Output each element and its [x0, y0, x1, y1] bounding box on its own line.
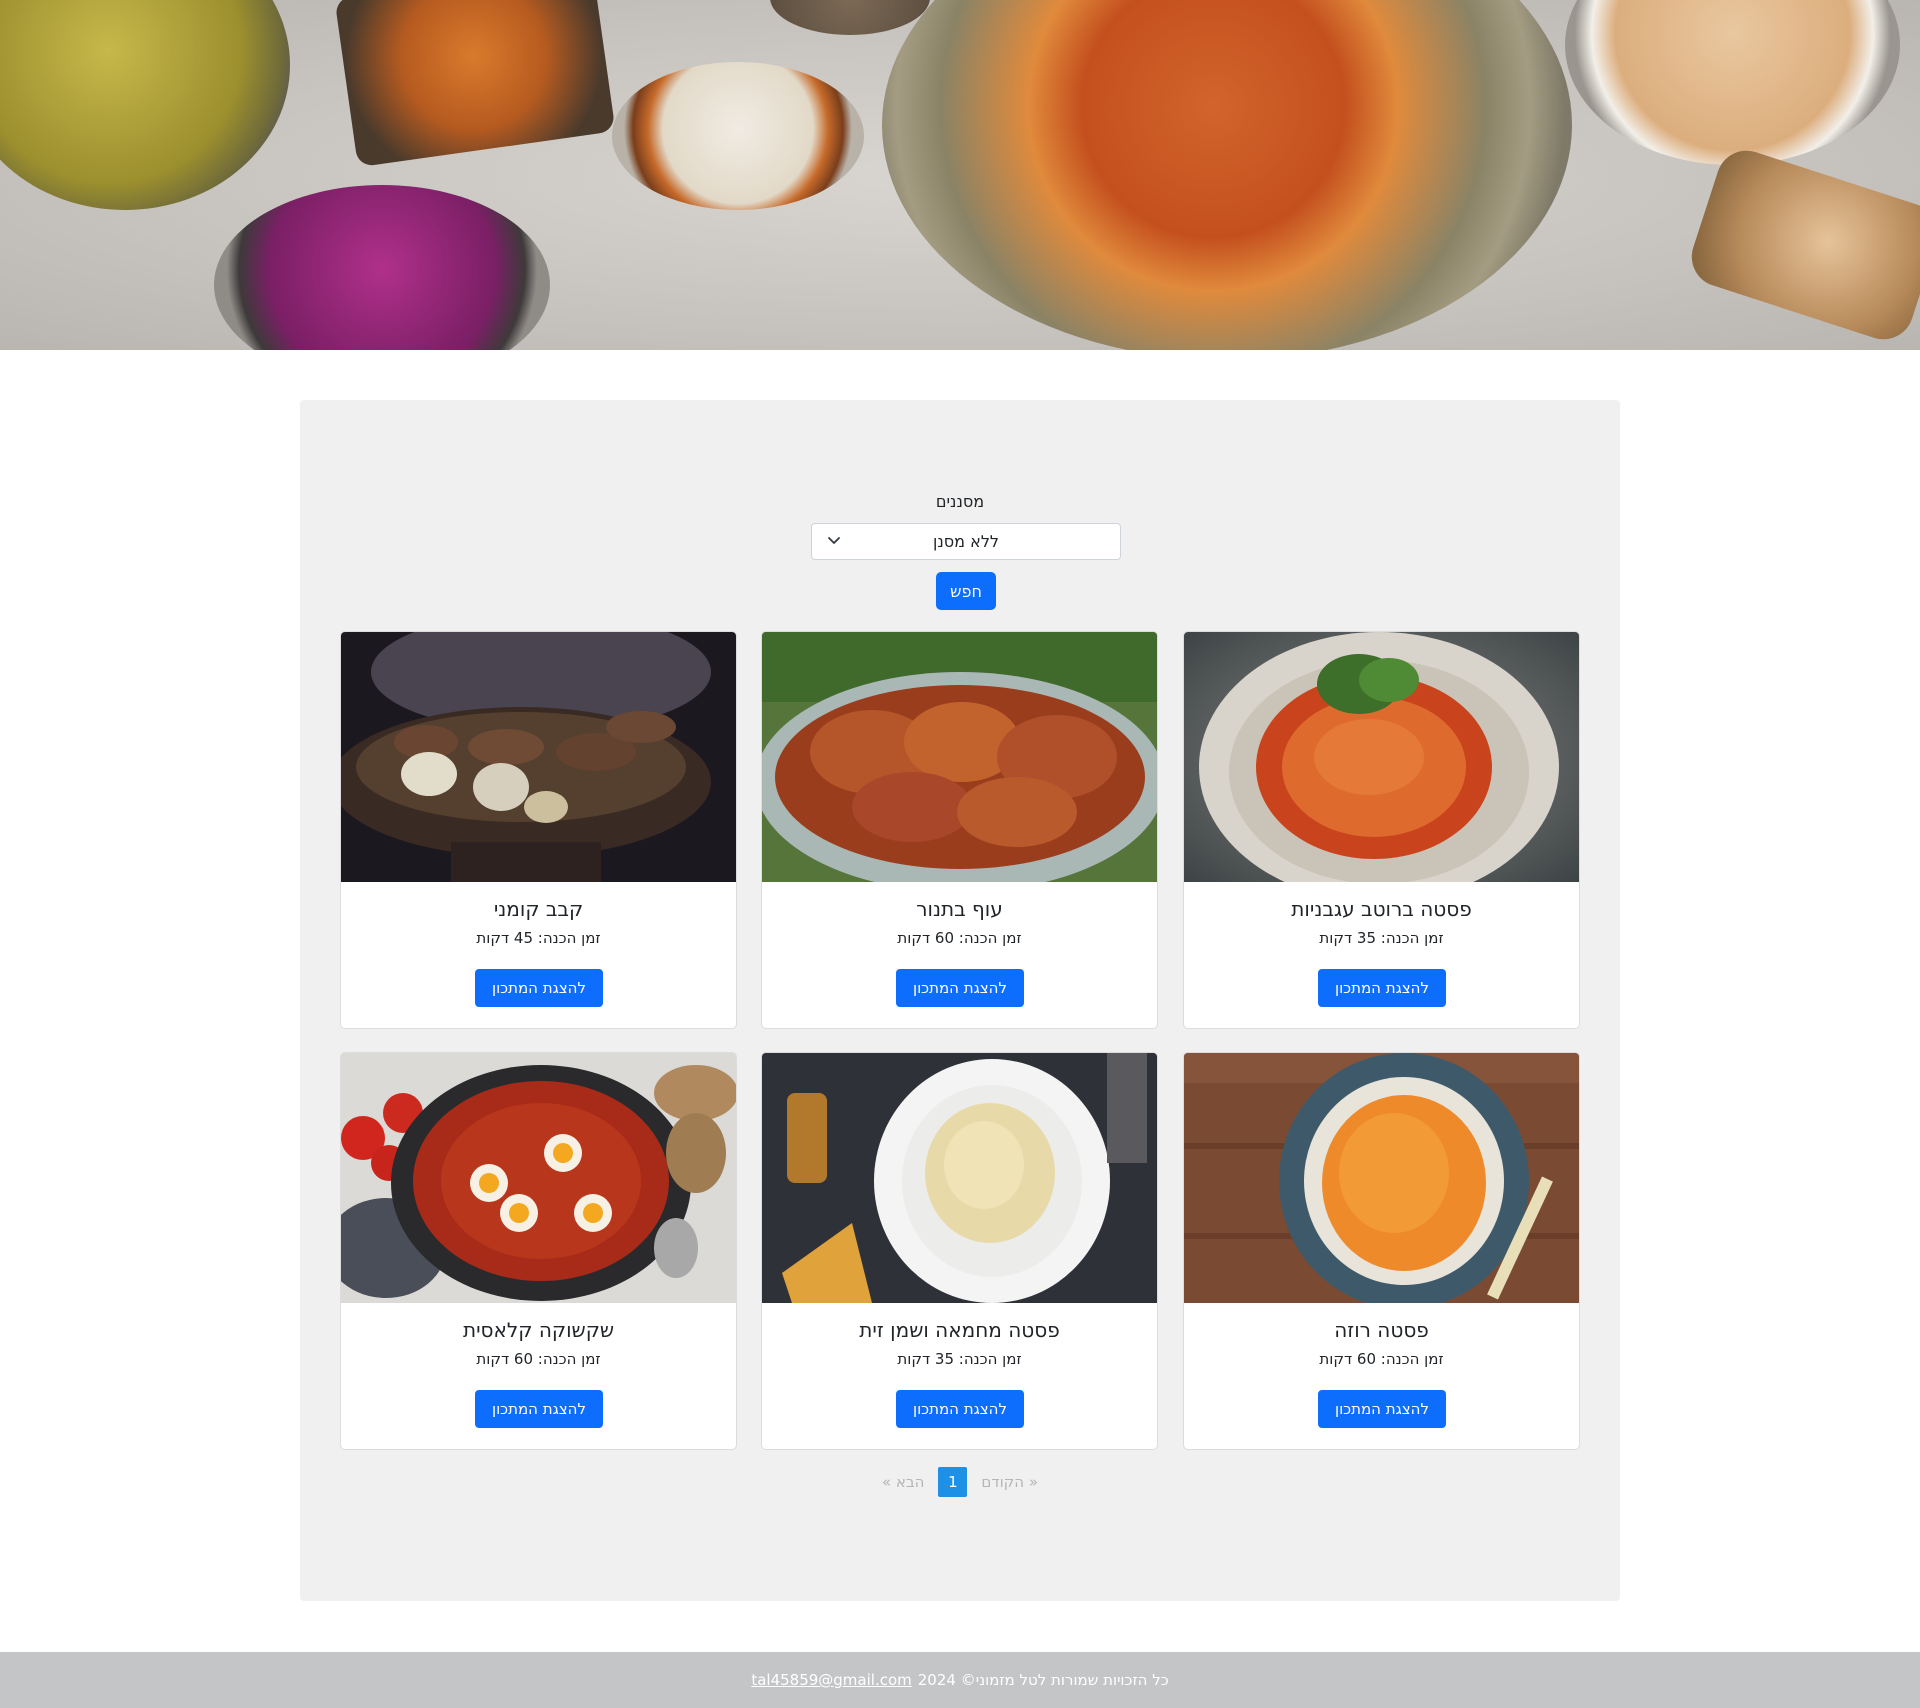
- recipe-title: שקשוקה קלאסית: [462, 1318, 615, 1342]
- view-recipe-button[interactable]: להצגת המתכון: [896, 969, 1024, 1007]
- recipe-card: קבב קומני זמן הכנה: 45 דקות להצגת המתכון: [340, 631, 737, 1029]
- pagination-page-current[interactable]: 1: [938, 1467, 968, 1497]
- hero-bread-slice: [770, 0, 930, 35]
- hero-rice-bowl: [612, 62, 864, 210]
- recipe-title: קבב קומני: [493, 897, 584, 921]
- hero-pita: [1683, 142, 1920, 348]
- recipe-photo-pasta-rosa: [1184, 1053, 1579, 1303]
- recipe-card: פסטה מחמאה ושמן זית זמן הכנה: 35 דקות לה…: [761, 1052, 1158, 1450]
- recipe-prep-time: זמן הכנה: 60 דקות: [897, 929, 1022, 947]
- view-recipe-button[interactable]: להצגת המתכון: [475, 969, 603, 1007]
- pagination-next[interactable]: הבא »: [878, 1473, 928, 1491]
- recipe-prep-time: זמן הכנה: 35 דקות: [897, 1350, 1022, 1368]
- hero-hummus-bowl: [1565, 0, 1900, 165]
- recipe-prep-time: זמן הכנה: 35 דקות: [1319, 929, 1444, 947]
- recipes-panel: מסננים ללא מסנן חפש פסטה ברוטב עגבניות ז…: [300, 400, 1620, 1601]
- pagination-prev[interactable]: « הקודם: [977, 1473, 1042, 1491]
- footer-email-link[interactable]: tal45859@gmail.com: [751, 1671, 911, 1689]
- recipe-title: פסטה מחמאה ושמן זית: [859, 1318, 1060, 1342]
- hero-pasta-plate: [882, 0, 1572, 350]
- recipe-prep-time: זמן הכנה: 60 דקות: [1319, 1350, 1444, 1368]
- footer: כל הזכויות שמורות לטל מזמוני© 2024 tal45…: [0, 1652, 1920, 1708]
- recipe-photo-shakshuka: [341, 1053, 736, 1303]
- recipe-photo-pasta-butter: [762, 1053, 1157, 1303]
- view-recipe-button[interactable]: להצגת המתכון: [896, 1390, 1024, 1428]
- recipe-card: עוף בתנור זמן הכנה: 60 דקות להצגת המתכון: [761, 631, 1158, 1029]
- hero-bread-toast: [334, 0, 616, 168]
- recipe-photo-baked-chicken: [762, 632, 1157, 882]
- recipe-title: עוף בתנור: [916, 897, 1003, 921]
- filter-select-value: ללא מסנן: [933, 532, 999, 551]
- view-recipe-button[interactable]: להצגת המתכון: [1318, 969, 1446, 1007]
- pagination: « הקודם 1 הבא »: [300, 1466, 1620, 1498]
- recipe-photo-pasta-tomato: [1184, 632, 1579, 882]
- recipe-card: פסטה ברוטב עגבניות זמן הכנה: 35 דקות להצ…: [1183, 631, 1580, 1029]
- view-recipe-button[interactable]: להצגת המתכון: [475, 1390, 603, 1428]
- recipe-title: פסטה ברוטב עגבניות: [1291, 897, 1472, 921]
- view-recipe-button[interactable]: להצגת המתכון: [1318, 1390, 1446, 1428]
- recipe-card: פסטה רוזה זמן הכנה: 60 דקות להצגת המתכון: [1183, 1052, 1580, 1450]
- recipe-prep-time: זמן הכנה: 60 דקות: [476, 1350, 601, 1368]
- filter-label: מסננים: [935, 492, 985, 511]
- hero-banner-image: [0, 0, 1920, 350]
- filter-select[interactable]: ללא מסנן: [811, 523, 1121, 560]
- footer-copyright: כל הזכויות שמורות לטל מזמוני© 2024: [917, 1671, 1169, 1689]
- search-button[interactable]: חפש: [936, 572, 996, 610]
- hero-cabbage-bowl: [214, 185, 550, 350]
- recipe-card: שקשוקה קלאסית זמן הכנה: 60 דקות להצגת המ…: [340, 1052, 737, 1450]
- chevron-down-icon: [828, 537, 840, 544]
- recipe-title: פסטה רוזה: [1334, 1318, 1429, 1342]
- recipe-photo-kebab: [341, 632, 736, 882]
- recipe-prep-time: זמן הכנה: 45 דקות: [476, 929, 601, 947]
- hero-salad-bowl: [0, 0, 290, 210]
